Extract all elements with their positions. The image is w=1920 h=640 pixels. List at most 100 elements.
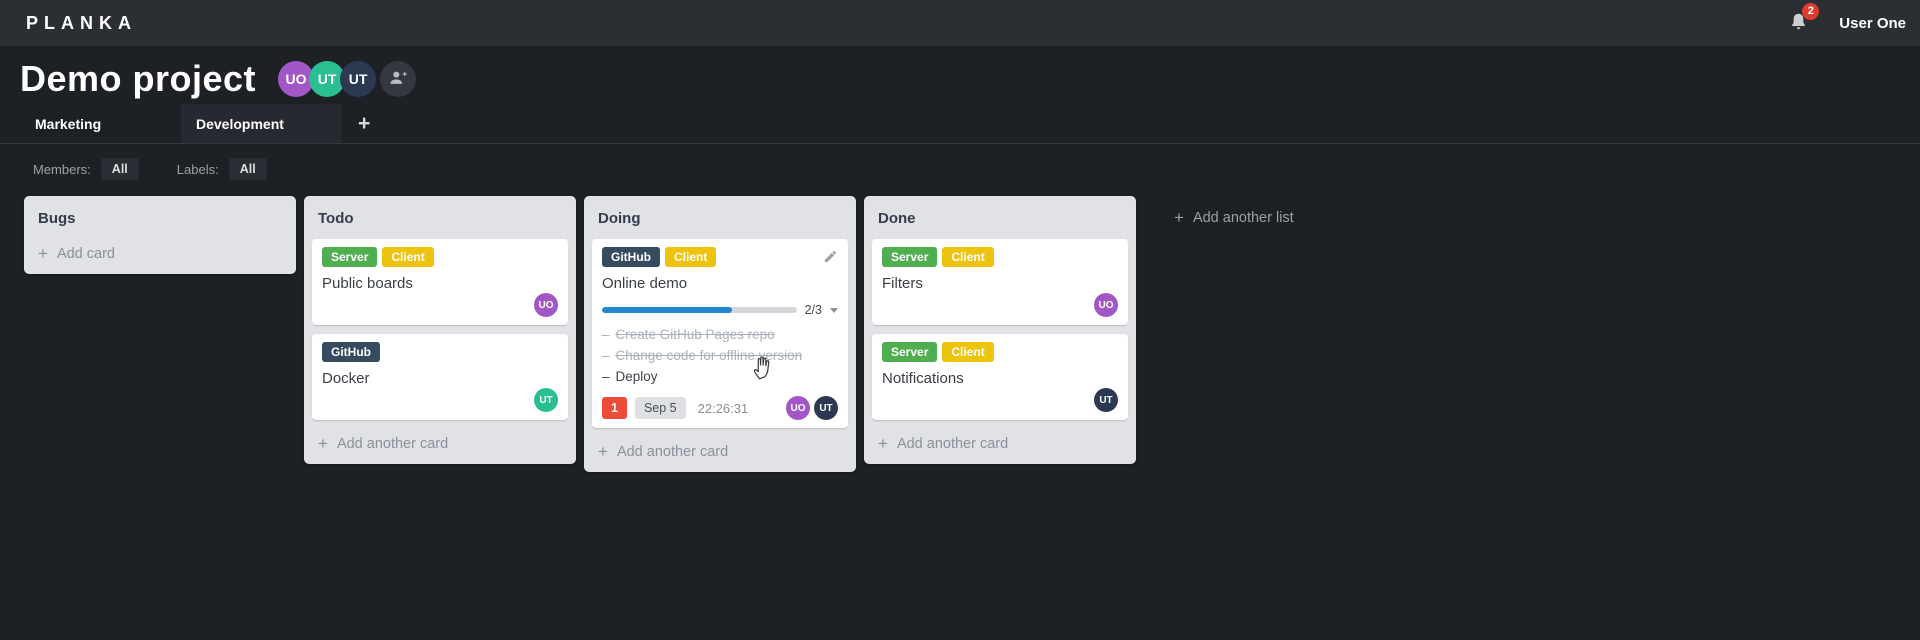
topbar: PLANKA 2 User One — [0, 0, 1920, 46]
tab-development[interactable]: Development — [181, 104, 342, 143]
task-progress: 2/3 — [602, 303, 838, 317]
pencil-icon — [823, 250, 838, 267]
label-client: Client — [942, 342, 994, 362]
list-doing: Doing GitHub Client Online demo 2/3– Create G… — [584, 196, 856, 472]
add-board-button[interactable]: + — [342, 104, 386, 143]
user-plus-icon — [388, 68, 408, 91]
topbar-right: 2 User One — [1788, 3, 1906, 38]
filter-bar: Members: All Labels: All — [0, 144, 1920, 188]
card-member-avatar[interactable]: UT — [1094, 388, 1118, 412]
board: Bugs + Add card Todo Server Client Public boar… — [0, 188, 1920, 472]
plus-icon: + — [318, 434, 328, 453]
task-text: Change code for offline version — [615, 348, 803, 363]
add-card-button[interactable]: + Add card — [32, 239, 288, 266]
plus-icon: + — [1174, 208, 1184, 227]
project-members: UO UT UT — [278, 61, 417, 97]
card-members: UO — [882, 293, 1118, 317]
label-server: Server — [882, 342, 938, 362]
label-server: Server — [882, 247, 938, 267]
card-member-avatar[interactable]: UO — [786, 396, 810, 420]
list-title[interactable]: Done — [872, 204, 1128, 239]
add-card-label: Add another card — [616, 444, 729, 460]
project-header: Demo project UO UT UT — [0, 46, 1920, 104]
label-github: GitHub — [322, 342, 380, 362]
label-github: GitHub — [602, 247, 660, 267]
list-bugs: Bugs + Add card — [24, 196, 296, 274]
edit-card-button[interactable] — [823, 249, 838, 267]
card-members: UT — [322, 388, 558, 412]
card-title: Online demo — [602, 275, 688, 292]
card[interactable]: GitHub Client Online demo 2/3– Create GitHub… — [592, 239, 848, 428]
add-member-button[interactable] — [380, 61, 417, 97]
list-title[interactable]: Doing — [592, 204, 848, 239]
card-labels: Server Client — [882, 247, 1118, 267]
add-card-label: Add another card — [336, 436, 449, 452]
task-dash: – — [602, 348, 610, 363]
add-another-card-button[interactable]: + Add another card — [592, 437, 848, 464]
list-title[interactable]: Bugs — [32, 204, 288, 239]
chevron-down-icon[interactable] — [830, 307, 838, 313]
plus-icon: + — [878, 434, 888, 453]
labels-filter-label: Labels: — [176, 161, 219, 177]
card-title: Filters — [882, 275, 923, 292]
label-client: Client — [942, 247, 994, 267]
members-filter-value[interactable]: All — [100, 158, 139, 180]
progress-bar-track — [602, 307, 797, 313]
task-text: Deploy — [615, 369, 658, 384]
timer-badge[interactable]: 22:26:31 — [698, 401, 749, 416]
label-client: Client — [382, 247, 434, 267]
add-another-card-button[interactable]: + Add another card — [872, 429, 1128, 456]
card-title: Public boards — [322, 275, 413, 292]
task-dash: – — [602, 369, 610, 384]
card-labels: GitHub Client — [602, 247, 838, 267]
add-card-label: Add another card — [896, 436, 1009, 452]
card[interactable]: Server Client Filters UO — [872, 239, 1128, 325]
card-member-avatar[interactable]: UO — [534, 293, 558, 317]
progress-bar-fill — [602, 307, 732, 313]
card-labels: Server Client — [882, 342, 1118, 362]
due-date-badge[interactable]: Sep 5 — [634, 397, 686, 419]
plus-icon: + — [38, 244, 48, 263]
card-footer: 1 Sep 5 22:26:31 UO UT — [602, 396, 838, 420]
tab-marketing[interactable]: Marketing — [20, 104, 181, 143]
card-notification-badge: 1 — [602, 397, 627, 419]
card-member-avatar[interactable]: UO — [1094, 293, 1118, 317]
card-members: UO UT — [786, 396, 838, 420]
add-another-card-button[interactable]: + Add another card — [312, 429, 568, 456]
card-title: Notifications — [882, 370, 964, 387]
card-labels: GitHub — [322, 342, 558, 362]
card-member-avatar[interactable]: UT — [814, 396, 838, 420]
notification-badge: 2 — [1802, 3, 1820, 20]
card-members: UO — [322, 293, 558, 317]
plus-icon: + — [598, 442, 608, 461]
labels-filter-value[interactable]: All — [228, 158, 267, 180]
task-item: – Deploy — [602, 366, 838, 387]
task-text: Create GitHub Pages repo — [615, 327, 775, 342]
card[interactable]: Server Client Public boards UO — [312, 239, 568, 325]
progress-count: 2/3 — [804, 303, 822, 317]
add-another-list-button[interactable]: + Add another list — [1158, 198, 1310, 238]
task-dash: – — [602, 327, 610, 342]
list-todo: Todo Server Client Public boards UO GitHub Doc… — [304, 196, 576, 464]
card-labels: Server Client — [322, 247, 558, 267]
card-members: UT — [882, 388, 1118, 412]
project-title[interactable]: Demo project — [20, 58, 256, 100]
card[interactable]: Server Client Notifications UT — [872, 334, 1128, 420]
task-list: – Create GitHub Pages repo – Change code fo… — [602, 324, 838, 387]
add-list-label: Add another list — [1192, 210, 1294, 226]
bell-icon — [1788, 13, 1809, 37]
label-server: Server — [322, 247, 378, 267]
board-tabs: Marketing Development + — [0, 104, 1920, 144]
card-member-avatar[interactable]: UT — [534, 388, 558, 412]
list-done: Done Server Client Filters UO Server Client Not… — [864, 196, 1136, 464]
list-title[interactable]: Todo — [312, 204, 568, 239]
label-client: Client — [665, 247, 717, 267]
project-member-avatar[interactable]: UT — [340, 61, 377, 97]
task-item: – Change code for offline version — [602, 345, 838, 366]
user-menu[interactable]: User One — [1839, 15, 1906, 32]
card-title: Docker — [322, 370, 370, 387]
members-filter-label: Members: — [33, 161, 91, 177]
notifications-button[interactable]: 2 — [1788, 3, 1820, 38]
card[interactable]: GitHub Docker UT — [312, 334, 568, 420]
app-logo[interactable]: PLANKA — [26, 13, 137, 34]
